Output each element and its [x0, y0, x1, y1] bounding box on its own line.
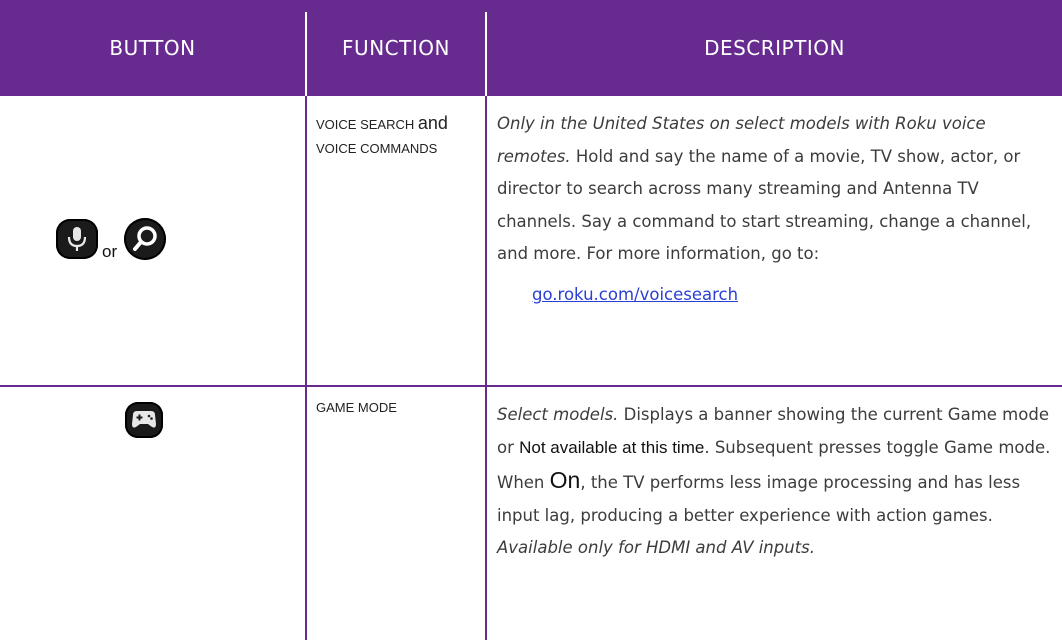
- function-line-2: VOICE COMMANDS: [316, 141, 438, 156]
- column-divider: [305, 96, 307, 640]
- description-game-mode: Select models. Displays a banner showing…: [497, 399, 1055, 565]
- description-italic: Available only for HDMI and AV inputs.: [497, 538, 816, 558]
- microphone-icon: [56, 219, 98, 259]
- description-emphasis: Not available at this time: [519, 437, 705, 457]
- description-italic: Select models.: [497, 405, 619, 424]
- column-divider: [485, 96, 487, 640]
- function-voice-search: VOICE SEARCH and VOICE COMMANDS: [316, 108, 482, 164]
- description-emphasis-on: On: [549, 467, 581, 494]
- description-voice-search: Only in the United States on select mode…: [497, 108, 1055, 312]
- function-game-mode: GAME MODE: [316, 400, 397, 415]
- header-button: BUTTON: [109, 36, 196, 60]
- header-function: FUNCTION: [342, 36, 450, 60]
- gamepad-icon: [125, 402, 163, 438]
- link-row: go.roku.com/voicesearch: [497, 279, 1055, 312]
- header-divider: [485, 12, 487, 96]
- button-function-table: BUTTON FUNCTION DESCRIPTION or VOICE SEA…: [0, 0, 1062, 640]
- function-text-and: and: [417, 113, 448, 133]
- search-icon: [124, 218, 166, 260]
- or-label: or: [102, 242, 118, 261]
- function-text: VOICE SEARCH: [316, 117, 418, 132]
- table-row-voice-search: or: [0, 96, 305, 385]
- header-divider: [305, 12, 307, 96]
- description-text: Hold and say the name of a movie, TV sho…: [497, 146, 1032, 264]
- voicesearch-link[interactable]: go.roku.com/voicesearch: [532, 285, 738, 304]
- table-row-game-mode: [0, 387, 305, 640]
- header-description: DESCRIPTION: [704, 36, 845, 60]
- table-header: BUTTON FUNCTION DESCRIPTION: [0, 0, 1062, 96]
